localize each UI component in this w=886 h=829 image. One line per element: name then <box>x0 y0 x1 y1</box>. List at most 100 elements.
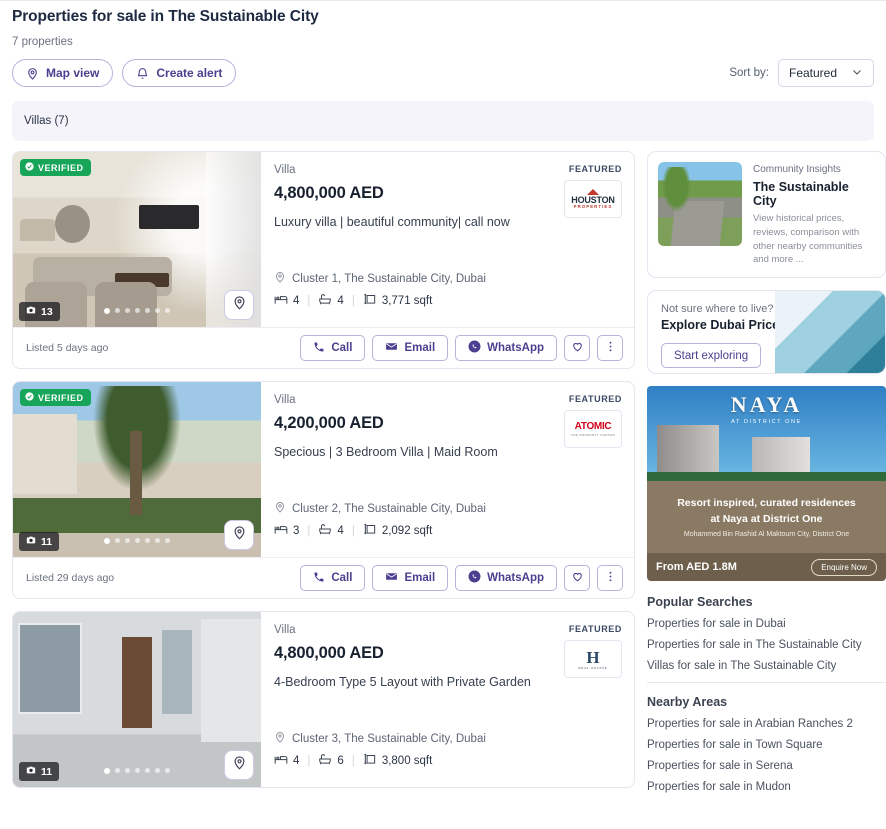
community-insights-title: The Sustainable City <box>753 180 849 208</box>
community-image <box>658 162 742 246</box>
advertisement-banner[interactable]: NAYA AT DISTRICT ONE Resort inspired, cu… <box>647 386 886 582</box>
map-pin-icon <box>232 295 247 315</box>
community-insights-text: Community Insights The Sustainable City … <box>753 162 875 267</box>
location-text: Cluster 3, The Sustainable City, Dubai <box>292 732 486 745</box>
property-card-footer: Listed 29 days ago Call Email WhatsApp <box>13 557 634 598</box>
location-pin-icon <box>274 731 286 746</box>
popular-search-link[interactable]: Villas for sale in The Sustainable City <box>647 660 886 672</box>
community-insights-body: Community Insights The Sustainable City … <box>648 152 885 277</box>
agency-name-line2: PROPERTIES <box>573 203 613 209</box>
agency-logo[interactable]: ATOMIC THE PROPERTY CENTER <box>564 410 622 448</box>
save-favorite-button[interactable] <box>564 565 590 591</box>
agency-logo[interactable]: HOUSTON PROPERTIES <box>564 180 622 218</box>
header-controls-row: Map view Create alert Sort by: Featured <box>12 59 874 87</box>
carousel-dots[interactable] <box>104 308 170 314</box>
popular-searches-title: Popular Searches <box>647 595 753 610</box>
spec-separator: | <box>351 294 355 307</box>
bedrooms-spec: 4 <box>274 292 299 309</box>
show-on-map-button[interactable] <box>224 750 254 780</box>
sidebar-divider <box>647 682 886 684</box>
whatsapp-button[interactable]: WhatsApp <box>455 565 557 591</box>
property-thumbnail[interactable]: VERIFIED 13 <box>13 152 261 327</box>
camera-icon <box>26 305 36 318</box>
popular-search-link[interactable]: Properties for sale in The Sustainable C… <box>647 639 886 651</box>
carousel-dots[interactable] <box>104 538 170 544</box>
email-button[interactable]: Email <box>372 335 449 361</box>
create-alert-button[interactable]: Create alert <box>122 59 237 87</box>
property-location: Cluster 3, The Sustainable City, Dubai <box>274 731 486 746</box>
ad-brand-subtitle: AT DISTRICT ONE <box>731 419 802 426</box>
featured-tag: FEATURED <box>568 394 622 404</box>
listed-date: Listed 5 days ago <box>26 342 109 354</box>
property-card-body: VERIFIED 11 Villa 4,200,000 AED Specious… <box>13 382 634 557</box>
ad-line-2: at Naya at District One <box>710 512 823 525</box>
area-spec: 3,771 sqft <box>363 292 432 309</box>
category-filter-bar: Villas (7) <box>12 101 874 141</box>
verified-check-icon <box>25 162 34 173</box>
property-card[interactable]: 11 Villa 4,800,000 AED 4-Bedroom Type 5 … <box>12 611 635 788</box>
verified-badge: VERIFIED <box>20 389 91 406</box>
nearby-area-link[interactable]: Properties for sale in Arabian Ranches 2 <box>647 718 886 730</box>
agency-name-line1: ATOMIC <box>574 420 612 432</box>
community-insights-card[interactable]: Community Insights The Sustainable City … <box>647 151 886 279</box>
create-alert-label: Create alert <box>156 66 223 80</box>
featured-tag: FEATURED <box>568 624 622 634</box>
agency-logo[interactable]: H REAL ESTATE <box>564 640 622 678</box>
nearby-areas-section: Nearby Areas Properties for sale in Arab… <box>647 695 886 793</box>
verified-label: VERIFIED <box>38 392 84 403</box>
show-on-map-button[interactable] <box>224 290 254 320</box>
property-specs: 4 | 4 | 3,771 sqft <box>274 292 432 309</box>
verified-check-icon <box>25 392 34 403</box>
spec-separator: | <box>307 754 311 767</box>
ad-brand-name: NAYA <box>730 392 803 418</box>
kebab-menu-icon <box>604 340 617 356</box>
nearby-area-link[interactable]: Properties for sale in Town Square <box>647 739 886 751</box>
property-thumbnail[interactable]: 11 <box>13 612 261 787</box>
ad-enquire-button[interactable]: Enquire Now <box>811 558 877 576</box>
sort-dropdown[interactable]: Featured <box>778 59 874 87</box>
location-pin-icon <box>274 501 286 516</box>
property-card[interactable]: VERIFIED 13 Villa 4,800,000 AED Luxury v… <box>12 151 635 369</box>
property-thumbnail[interactable]: VERIFIED 11 <box>13 382 261 557</box>
start-exploring-button[interactable]: Start exploring <box>661 343 762 369</box>
property-info: Villa 4,200,000 AED Specious | 3 Bedroom… <box>261 382 634 557</box>
envelope-icon <box>385 340 398 356</box>
nearby-area-link[interactable]: Properties for sale in Serena <box>647 760 886 772</box>
price-map-card[interactable]: Not sure where to live? Explore Dubai Pr… <box>647 290 886 375</box>
call-button[interactable]: Call <box>300 565 366 591</box>
property-card[interactable]: VERIFIED 11 Villa 4,200,000 AED Specious… <box>12 381 635 599</box>
area-spec: 2,092 sqft <box>363 522 432 539</box>
filter-chip-villas[interactable]: Villas (7) <box>24 115 69 127</box>
agency-name-line2: THE PROPERTY CENTER <box>570 432 616 437</box>
whatsapp-button[interactable]: WhatsApp <box>455 335 557 361</box>
whatsapp-label: WhatsApp <box>487 572 544 584</box>
area-icon <box>363 292 377 309</box>
camera-icon <box>26 535 36 548</box>
listings-column: VERIFIED 13 Villa 4,800,000 AED Luxury v… <box>12 151 635 800</box>
map-view-button[interactable]: Map view <box>12 59 114 87</box>
call-button[interactable]: Call <box>300 335 366 361</box>
ad-line-1: Resort inspired, curated residences <box>677 496 856 509</box>
more-options-button[interactable] <box>597 565 623 591</box>
email-button[interactable]: Email <box>372 565 449 591</box>
bath-icon <box>318 292 332 309</box>
property-info: Villa 4,800,000 AED 4-Bedroom Type 5 Lay… <box>261 612 634 787</box>
property-location: Cluster 1, The Sustainable City, Dubai <box>274 271 486 286</box>
bathrooms-spec: 4 <box>318 522 344 539</box>
property-location: Cluster 2, The Sustainable City, Dubai <box>274 501 486 516</box>
property-info: Villa 4,800,000 AED Luxury villa | beaut… <box>261 152 634 327</box>
photo-count-badge: 11 <box>19 532 60 551</box>
results-count: 7 properties <box>12 36 73 48</box>
more-options-button[interactable] <box>597 335 623 361</box>
bell-icon <box>136 67 149 80</box>
phone-icon <box>313 571 325 586</box>
save-favorite-button[interactable] <box>564 335 590 361</box>
location-text: Cluster 1, The Sustainable City, Dubai <box>292 272 486 285</box>
carousel-dots[interactable] <box>104 768 170 774</box>
show-on-map-button[interactable] <box>224 520 254 550</box>
nearby-area-link[interactable]: Properties for sale in Mudon <box>647 781 886 793</box>
chevron-down-icon <box>851 66 863 81</box>
price-map-illustration <box>775 291 885 374</box>
popular-search-link[interactable]: Properties for sale in Dubai <box>647 618 886 630</box>
spec-separator: | <box>351 754 355 767</box>
